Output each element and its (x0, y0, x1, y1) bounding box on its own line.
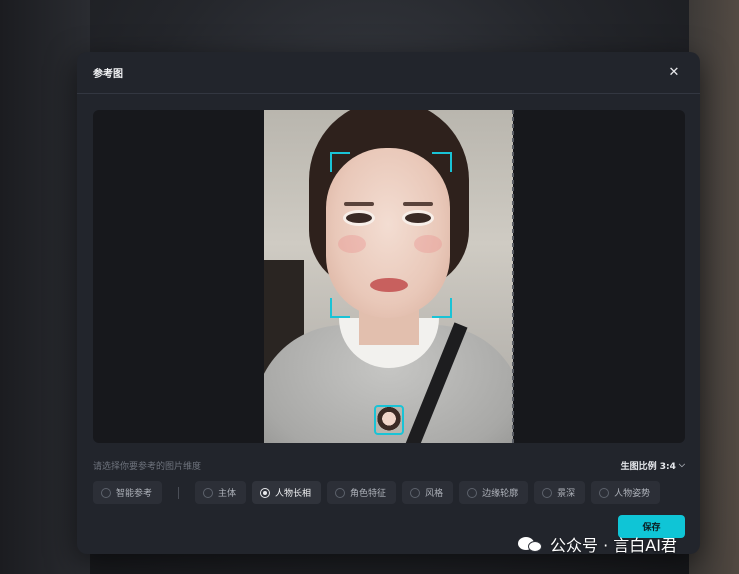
option-label: 人物长相 (275, 489, 312, 499)
option-depth[interactable]: 景深 (534, 481, 586, 504)
option-label: 景深 (557, 489, 576, 499)
chevron-down-icon: ⌵ (678, 460, 685, 469)
option-label: 主体 (218, 489, 237, 499)
reference-options: 智能参考 主体 人物长相 角色特征 风格 边缘轮廓 景深 人物姿势 (93, 481, 661, 504)
close-icon[interactable]: ✕ (666, 65, 682, 81)
radio-icon (335, 487, 346, 498)
wechat-icon (518, 535, 544, 553)
photo-eye-left (346, 213, 372, 223)
aspect-ratio-label: 生图比例 3:4 (620, 461, 676, 472)
option-label: 角色特征 (350, 489, 387, 499)
option-subject[interactable]: 主体 (195, 481, 247, 504)
option-style[interactable]: 风格 (402, 481, 454, 504)
hint-row: 请选择你要参考的图片维度 生图比例 3:4 ⌵ (93, 458, 685, 472)
face-thumbnail[interactable] (374, 405, 404, 435)
dimension-hint: 请选择你要参考的图片维度 (93, 461, 202, 472)
aspect-ratio-select[interactable]: 生图比例 3:4 ⌵ (621, 459, 685, 472)
option-label: 智能参考 (116, 489, 153, 499)
photo-cheek-right (414, 235, 442, 253)
option-label: 风格 (425, 489, 444, 499)
radio-icon (599, 487, 610, 498)
face-box-corner-top-right (432, 152, 452, 172)
dialog-title: 参考图 (93, 69, 123, 80)
radio-checked-icon (260, 487, 271, 498)
radio-icon (467, 487, 478, 498)
image-preview (93, 110, 685, 443)
radio-icon (101, 487, 111, 498)
crop-edge-handle[interactable] (512, 110, 514, 443)
options-divider (178, 486, 180, 499)
option-edge-contour[interactable]: 边缘轮廓 (459, 481, 529, 504)
face-box-corner-bottom-right (432, 298, 452, 318)
photo-lips (370, 278, 408, 292)
option-label: 人物姿势 (614, 489, 651, 499)
photo-brow-right (403, 202, 433, 206)
radio-icon (203, 487, 214, 498)
photo-cheek-left (338, 235, 366, 253)
reference-photo (264, 110, 513, 443)
reference-image-dialog: 参考图 ✕ 请选择你要参考的图片维度 生图比例 3:4 ⌵ 智能参考 主体 人物… (77, 52, 700, 554)
photo-eye-right (405, 213, 431, 223)
option-pose[interactable]: 人物姿势 (591, 481, 661, 504)
photo-brow-left (344, 202, 374, 206)
photo-face (326, 148, 450, 318)
face-box-corner-top-left (330, 152, 350, 172)
option-face-likeness[interactable]: 人物长相 (252, 481, 322, 504)
dialog-header: 参考图 ✕ (77, 52, 700, 94)
radio-icon (410, 487, 421, 498)
watermark: 公众号 · 言白AI君 (518, 532, 677, 556)
radio-icon (542, 487, 553, 498)
option-smart-reference[interactable]: 智能参考 (93, 481, 163, 504)
watermark-text: 公众号 · 言白AI君 (550, 536, 677, 555)
face-box-corner-bottom-left (330, 298, 350, 318)
option-label: 边缘轮廓 (482, 489, 519, 499)
option-character-features[interactable]: 角色特征 (327, 481, 397, 504)
